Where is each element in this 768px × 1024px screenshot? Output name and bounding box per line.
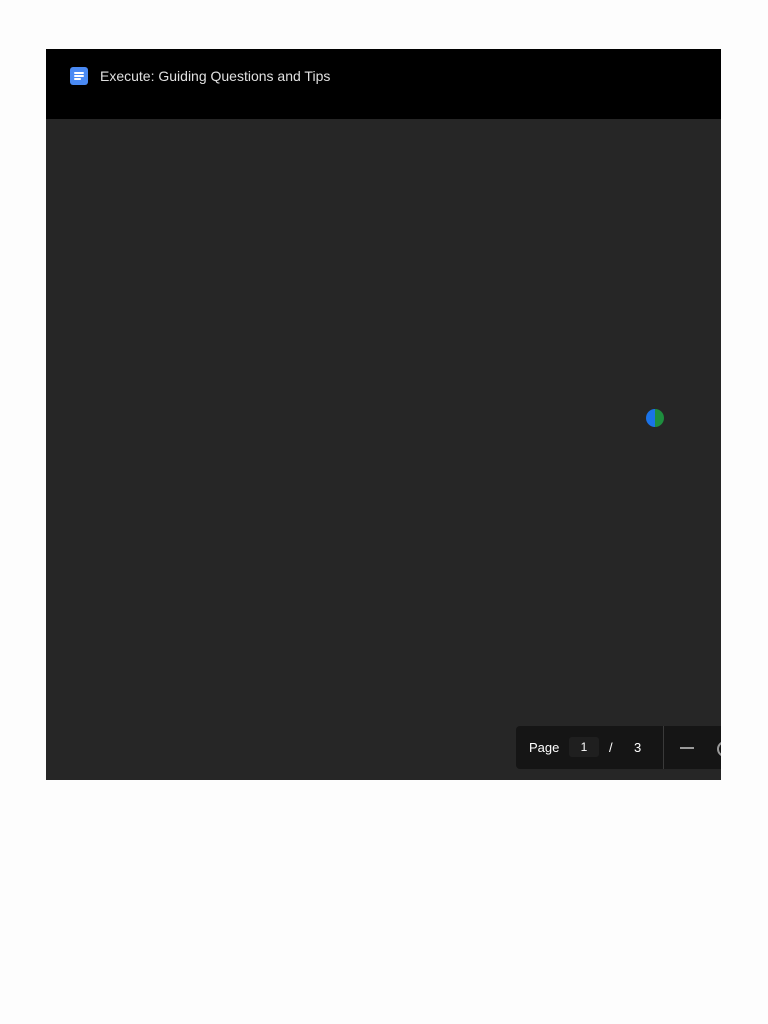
- page-number-input[interactable]: [569, 737, 599, 757]
- document-viewer: Execute: Guiding Questions and Tips Page…: [46, 49, 721, 780]
- loading-spinner-icon: [646, 409, 664, 427]
- zoom-in-button[interactable]: [712, 737, 721, 759]
- page-navigation-bar: Page / 3: [516, 726, 721, 769]
- zoom-in-icon: [717, 741, 721, 757]
- page-total: 3: [634, 740, 642, 755]
- page-label: Page: [529, 740, 560, 755]
- zoom-out-icon: [680, 747, 694, 749]
- document-title: Execute: Guiding Questions and Tips: [100, 68, 331, 84]
- title-bar: Execute: Guiding Questions and Tips: [46, 49, 721, 119]
- page-separator: /: [609, 740, 613, 755]
- google-docs-icon: [70, 67, 88, 85]
- zoom-out-button[interactable]: [674, 737, 700, 759]
- pager-divider: [663, 726, 664, 769]
